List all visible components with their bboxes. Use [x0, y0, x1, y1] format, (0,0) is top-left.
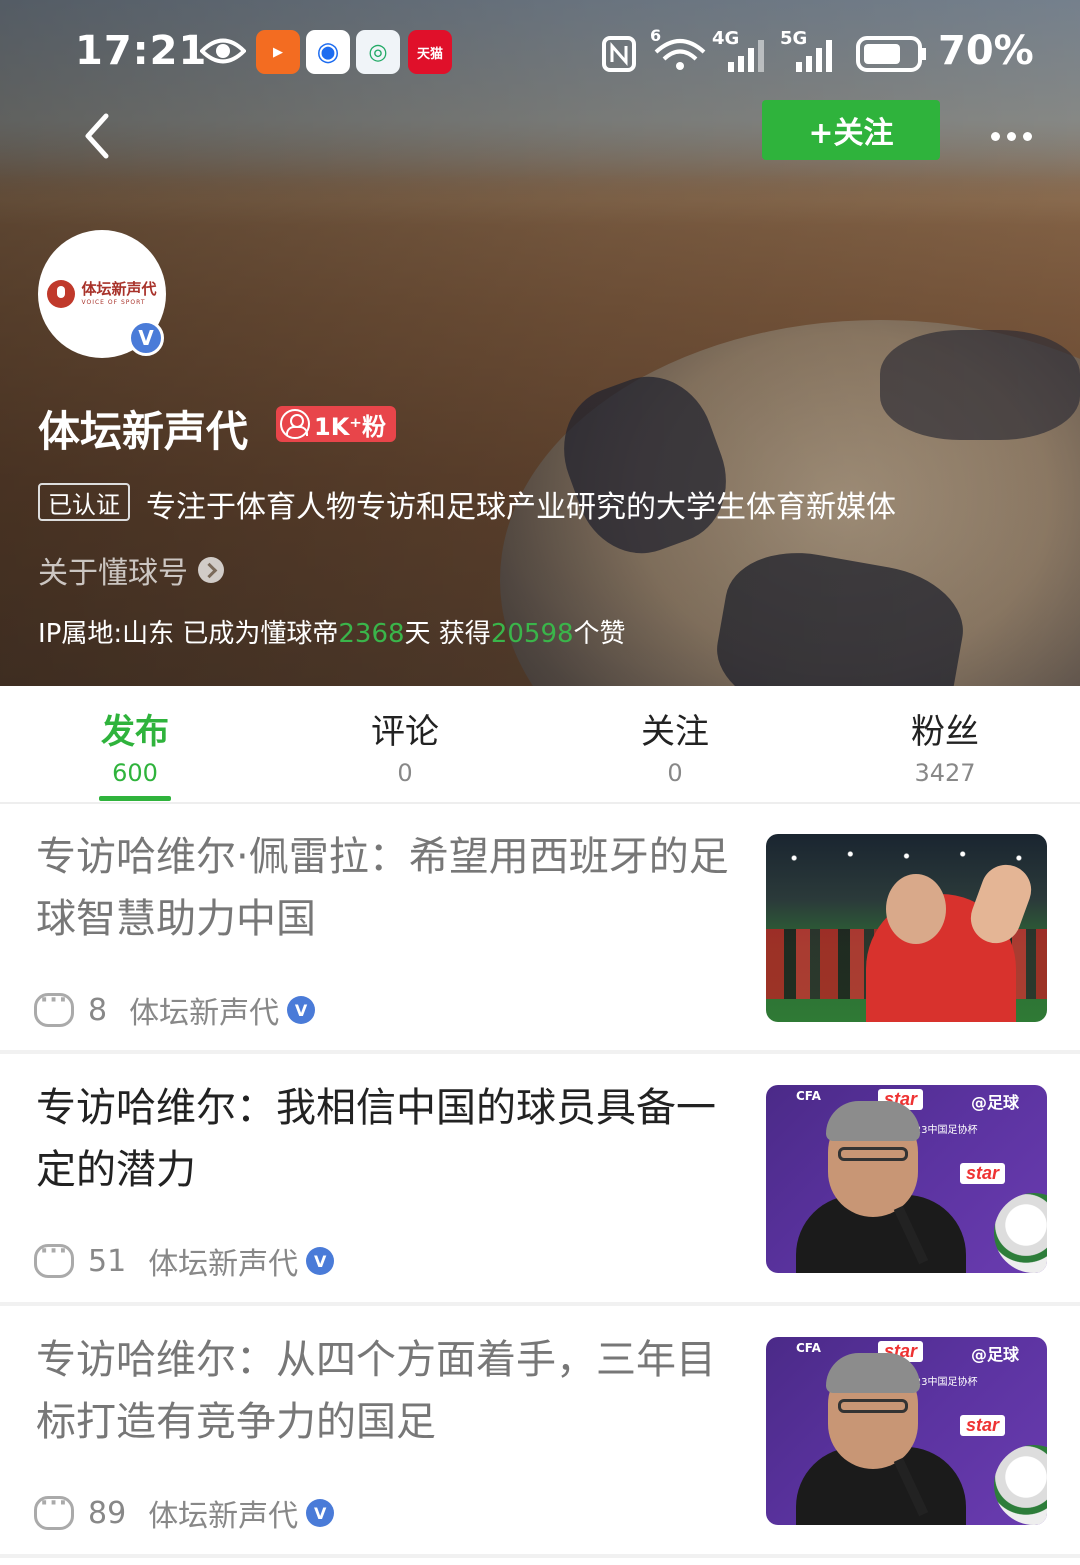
- kuaishou-icon: ▶: [256, 30, 300, 74]
- tmall-icon: 天猫: [408, 30, 452, 74]
- tab-fans[interactable]: 粉丝 3427: [845, 704, 1045, 787]
- comment-count: 89: [88, 1495, 127, 1531]
- days-count: 2368: [338, 619, 405, 649]
- tab-count: 3427: [914, 759, 976, 787]
- tab-count: 0: [397, 759, 413, 787]
- star-sponsor-text: star: [960, 1163, 1006, 1184]
- tab-following[interactable]: 关注 0: [575, 704, 775, 787]
- article-meta: 51 体坛新声代 V: [34, 1239, 335, 1282]
- man-hair: [826, 1101, 920, 1141]
- avatar-logo-text: 体坛新声代: [81, 280, 157, 298]
- tab-label: 关注: [641, 712, 709, 752]
- tab-count: 0: [667, 759, 683, 787]
- active-tab-indicator: [99, 796, 171, 801]
- about-link-label: 关于懂球号: [38, 556, 188, 591]
- comment-icon: [34, 1239, 74, 1278]
- comment-icon: [34, 988, 74, 1027]
- article-author: 体坛新声代: [129, 996, 280, 1031]
- article-item[interactable]: 专访哈维尔：我相信中国的球员具备一定的潜力 51 体坛新声代 V CFA sta…: [0, 1055, 1080, 1305]
- cfa-logo-text: CFA: [796, 1089, 821, 1103]
- battery-percent: 70%: [938, 28, 1034, 74]
- tab-comments[interactable]: 评论 0: [305, 704, 505, 787]
- wifi-6-label: 6: [650, 26, 662, 45]
- browser-icon: ◉: [306, 30, 350, 74]
- tab-count: 600: [112, 759, 158, 787]
- follow-button[interactable]: +关注: [762, 100, 940, 160]
- tab-label: 评论: [371, 712, 439, 752]
- chevron-right-icon: [198, 557, 224, 583]
- fans-badge: 1K⁺粉: [276, 406, 396, 442]
- network-4g-label: 4G: [712, 28, 740, 49]
- article-title: 专访哈维尔：我相信中国的球员具备一定的潜力: [36, 1085, 716, 1193]
- article-item[interactable]: 专访哈维尔：从四个方面着手，三年目标打造有竞争力的国足 89 体坛新声代 V C…: [0, 1307, 1080, 1557]
- article-author: 体坛新声代: [148, 1247, 299, 1282]
- article-meta: 8 体坛新声代 V: [34, 988, 316, 1031]
- status-bar: 17:21 ▶ ◉ ◎ 天猫 4G 5G 6 70%: [0, 22, 1080, 82]
- star-sponsor-text: star: [960, 1415, 1006, 1436]
- eye-icon: [200, 38, 246, 64]
- football: [994, 1445, 1047, 1525]
- avatar-logo-sub: VOICE OF SPORT: [81, 299, 146, 306]
- days-suffix: 天 获得: [404, 619, 491, 649]
- comment-icon: [34, 1491, 74, 1530]
- profile-stats-line: IP属地:山东 已成为懂球帝2368天 获得20598个赞: [38, 613, 626, 650]
- back-arrow-icon[interactable]: [72, 108, 128, 164]
- more-dots-icon[interactable]: [985, 112, 1041, 160]
- verified-badge-icon: V: [128, 320, 164, 356]
- verified-badge-icon: V: [306, 1499, 335, 1527]
- avatar-logo: 体坛新声代 VOICE OF SPORT: [47, 280, 157, 308]
- glasses: [838, 1147, 908, 1161]
- article-title: 专访哈维尔：从四个方面着手，三年目标打造有竞争力的国足: [36, 1337, 716, 1445]
- man-hair: [826, 1353, 920, 1393]
- tab-label: 发布: [101, 712, 169, 752]
- article-title: 专访哈维尔·佩雷拉：希望用西班牙的足球智慧助力中国: [36, 834, 729, 942]
- article-meta: 89 体坛新声代 V: [34, 1491, 335, 1534]
- likes-suffix: 个赞: [573, 619, 626, 649]
- comment-count: 51: [88, 1243, 127, 1279]
- glasses: [838, 1399, 908, 1413]
- user-icon: [280, 409, 310, 439]
- about-link[interactable]: 关于懂球号: [38, 548, 224, 592]
- article-thumbnail: CFA star @足球 2023中国足协杯 star: [766, 1337, 1047, 1525]
- tab-label: 粉丝: [911, 712, 979, 752]
- verified-badge-icon: V: [287, 996, 316, 1024]
- ip-prefix: IP属地:山东 已成为懂球帝: [38, 619, 339, 649]
- comment-count: 8: [88, 992, 108, 1028]
- fans-badge-label: 1K⁺粉: [314, 412, 386, 441]
- cfa-logo-text: CFA: [796, 1341, 821, 1355]
- article-thumbnail: CFA star @足球 2023中国足协杯 star: [766, 1085, 1047, 1273]
- tab-posts[interactable]: 发布 600: [35, 704, 235, 787]
- profile-name: 体坛新声代: [38, 407, 249, 456]
- verified-badge-icon: V: [306, 1247, 335, 1275]
- likes-count: 20598: [490, 619, 574, 649]
- tmall-label: 天猫: [416, 46, 443, 62]
- network-5g-label: 5G: [780, 28, 808, 49]
- divider: [0, 1554, 1080, 1558]
- person-head: [886, 874, 946, 944]
- profile-tabs: 发布 600 评论 0 关注 0 粉丝 3427: [0, 686, 1080, 804]
- certified-tag: 已认证: [38, 483, 130, 521]
- avatar[interactable]: 体坛新声代 VOICE OF SPORT V: [38, 230, 166, 358]
- divider: [0, 1050, 1080, 1054]
- profile-bio: 专注于体育人物专访和足球产业研究的大学生体育新媒体: [146, 490, 896, 525]
- football: [994, 1193, 1047, 1273]
- divider: [0, 1302, 1080, 1306]
- profile-header-background: 17:21 ▶ ◉ ◎ 天猫 4G 5G 6 70% +关注 体坛新声代 VOI…: [0, 0, 1080, 686]
- news-icon: ◎: [356, 30, 400, 74]
- status-time: 17:21: [75, 28, 208, 74]
- article-author: 体坛新声代: [148, 1499, 299, 1534]
- article-thumbnail: [766, 834, 1047, 1022]
- article-item[interactable]: 专访哈维尔·佩雷拉：希望用西班牙的足球智慧助力中国 8 体坛新声代 V: [0, 804, 1080, 1054]
- microphone-icon: [47, 280, 76, 308]
- sponsor-text: @足球: [971, 1093, 1020, 1112]
- sponsor-text: @足球: [971, 1345, 1020, 1364]
